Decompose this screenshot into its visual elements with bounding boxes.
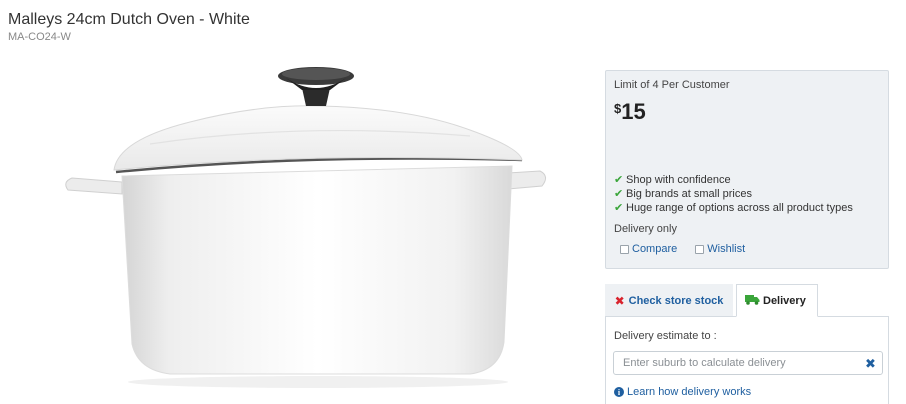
wishlist-checkbox[interactable] bbox=[695, 244, 705, 254]
info-icon: i bbox=[614, 387, 624, 397]
purchase-limit: Limit of 4 Per Customer bbox=[614, 79, 730, 91]
learn-delivery-link[interactable]: i Learn how delivery works bbox=[614, 386, 751, 398]
clear-icon[interactable]: ✖ bbox=[865, 356, 876, 372]
product-actions: Compare Wishlist bbox=[620, 243, 745, 255]
wishlist-toggle[interactable]: Wishlist bbox=[695, 243, 745, 255]
compare-toggle[interactable]: Compare bbox=[620, 243, 677, 255]
benefit-label: Big brands at small prices bbox=[626, 188, 752, 200]
tick-icon: ✔ bbox=[614, 174, 624, 186]
price-amount: 15 bbox=[621, 99, 646, 124]
benefit-item: ✔ Shop with confidence bbox=[614, 173, 853, 187]
tick-icon: ✔ bbox=[614, 202, 624, 214]
tab-label[interactable]: Delivery bbox=[763, 295, 806, 307]
benefit-item: ✔ Huge range of options across all produ… bbox=[614, 201, 853, 215]
suburb-input[interactable] bbox=[613, 351, 883, 375]
product-image[interactable] bbox=[0, 52, 596, 404]
close-icon: ✖ bbox=[614, 293, 625, 308]
tick-icon: ✔ bbox=[614, 188, 624, 200]
price-currency: $ bbox=[614, 101, 622, 116]
benefit-label: Huge range of options across all product… bbox=[626, 202, 853, 214]
tab-check-store-stock[interactable]: ✖ Check store stock bbox=[605, 284, 733, 317]
tab-delivery[interactable]: Delivery bbox=[736, 284, 818, 317]
price-panel: Limit of 4 Per Customer $15 ✔ Shop with … bbox=[605, 70, 889, 269]
benefit-label: Shop with confidence bbox=[626, 174, 731, 186]
dutch-oven-illustration bbox=[65, 67, 546, 388]
truck-icon bbox=[745, 294, 760, 308]
compare-checkbox[interactable] bbox=[620, 244, 629, 254]
product-price: $15 bbox=[614, 99, 646, 125]
learn-delivery-label[interactable]: Learn how delivery works bbox=[627, 386, 751, 398]
tab-label[interactable]: Check store stock bbox=[629, 295, 724, 307]
delivery-panel: Delivery estimate to : ✖ i Learn how del… bbox=[605, 316, 889, 404]
compare-label[interactable]: Compare bbox=[632, 243, 677, 255]
delivery-estimate-label: Delivery estimate to : bbox=[614, 330, 717, 342]
delivery-only-note: Delivery only bbox=[614, 223, 677, 235]
product-title: Malleys 24cm Dutch Oven - White bbox=[8, 11, 250, 28]
product-sku: MA-CO24-W bbox=[8, 31, 71, 43]
wishlist-label[interactable]: Wishlist bbox=[707, 243, 745, 255]
fulfilment-tabs: ✖ Check store stock Delivery bbox=[605, 284, 818, 317]
benefit-item: ✔ Big brands at small prices bbox=[614, 187, 853, 201]
benefits-list: ✔ Shop with confidence ✔ Big brands at s… bbox=[614, 173, 853, 215]
